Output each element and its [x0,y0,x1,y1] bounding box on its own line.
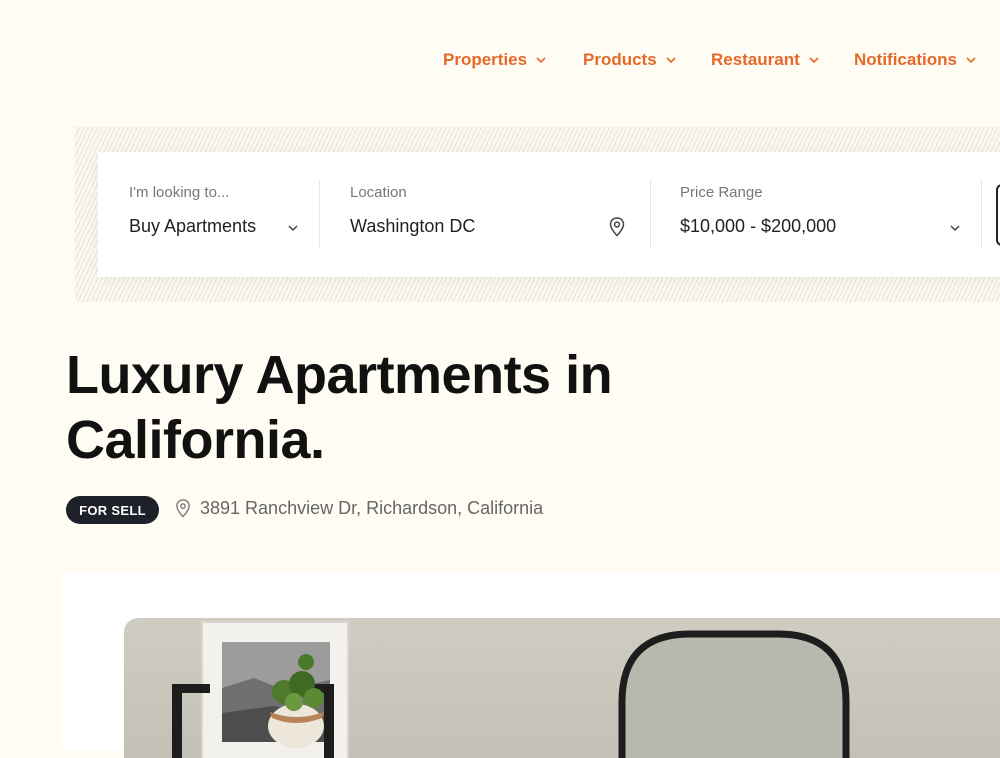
chevron-down-icon [809,57,819,64]
nav-properties-label: Properties [443,50,528,69]
listing-photo[interactable] [124,618,1000,758]
nav-notifications[interactable]: Notifications [854,50,977,70]
property-search-panel: I'm looking to... Buy Apartments Locatio… [98,152,1000,277]
map-pin-icon [609,217,625,237]
nav-notifications-label: Notifications [854,50,957,69]
price-value: $10,000 - $200,000 [680,216,837,236]
nav-products[interactable]: Products [583,50,677,70]
intent-label: I'm looking to... [129,184,230,201]
listing-address: 3891 Ranchview Dr, Richardson, Californi… [200,498,544,518]
search-button[interactable] [996,184,1000,246]
nav-properties[interactable]: Properties [443,50,547,70]
chevron-down-icon [536,57,546,64]
listing-title: Luxury Apartments in California. [66,345,613,470]
chevron-down-icon [950,225,960,232]
nav-restaurant[interactable]: Restaurant [711,50,820,70]
divider [981,180,982,248]
location-label: Location [350,184,407,201]
intent-select[interactable]: I'm looking to... Buy Apartments [129,180,299,248]
nav-products-label: Products [583,50,657,69]
map-pin-icon [176,499,190,518]
price-label: Price Range [680,184,763,201]
location-value: Washington DC [350,216,476,236]
intent-value: Buy Apartments [129,216,257,236]
photo-gallery [62,574,1000,758]
nav-restaurant-label: Restaurant [711,50,800,69]
divider [650,180,651,248]
price-range-select[interactable]: Price Range $10,000 - $200,000 [680,180,965,248]
location-field[interactable]: Location Washington DC [350,180,630,248]
chevron-down-icon [966,57,976,64]
status-badge: FOR SELL [66,496,159,524]
top-navigation: Properties Products Restaurant Notificat… [0,50,1000,76]
chevron-down-icon [288,225,298,232]
divider [319,180,320,248]
chevron-down-icon [666,57,676,64]
